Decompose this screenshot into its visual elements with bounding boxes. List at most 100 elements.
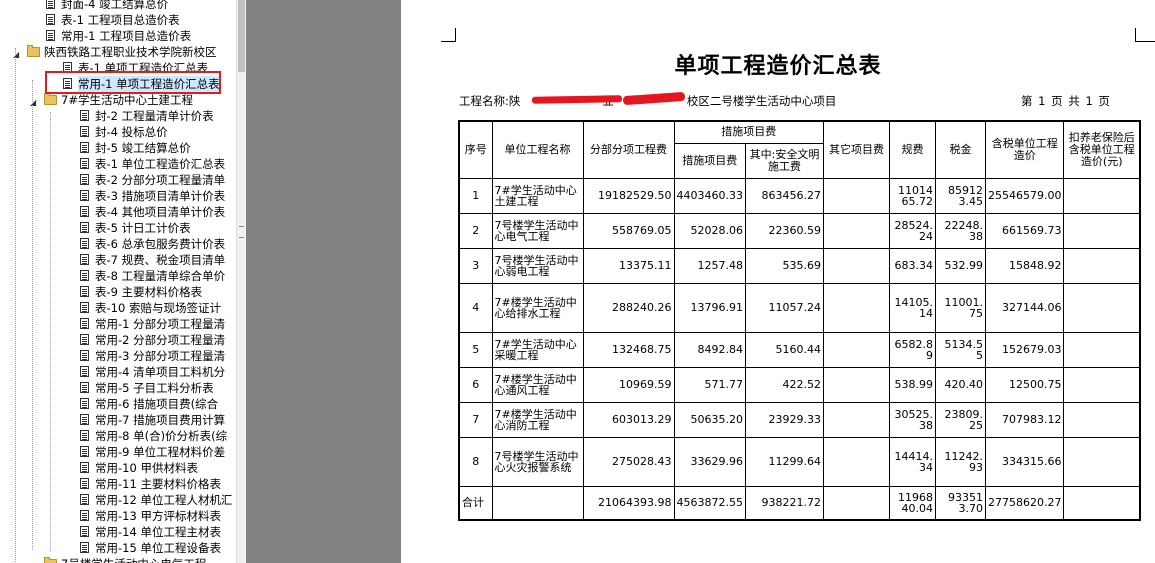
cell-measure: 50635.20 bbox=[673, 401, 746, 438]
cell-safety: 11057.24 bbox=[744, 282, 824, 333]
cell-fee: 1196840.04 bbox=[888, 485, 936, 521]
header-deduct: 扣养老保险后含税单位工程造价(元) bbox=[1063, 120, 1141, 179]
report-doc-icon bbox=[80, 238, 89, 249]
tree-node-label: 常用-4 清单项目工料机分 bbox=[95, 365, 226, 379]
tree-report-node[interactable]: 封-5 竣工结算总价 bbox=[0, 140, 236, 156]
table-row: 1 7#学生活动中心土建工程 19182529.50 4403460.33 863456… bbox=[458, 177, 1141, 214]
report-doc-icon bbox=[80, 366, 89, 377]
tree-report-node[interactable]: 表-5 计日工计价表 bbox=[0, 220, 236, 236]
cell-tax: 859123.45 bbox=[934, 177, 986, 214]
tree-node-label: 常用-12 单位工程人材机汇 bbox=[95, 493, 233, 507]
cell-other bbox=[822, 436, 890, 487]
cell-name: 7#学生活动中心采暖工程 bbox=[491, 331, 584, 368]
tree-report-node[interactable]: 封面-4 竣工结算总价 bbox=[0, 0, 236, 12]
tree-report-node[interactable]: 常用-10 甲供材料表 bbox=[0, 460, 236, 476]
cell-total: 334315.66 bbox=[984, 436, 1065, 487]
report-doc-icon bbox=[46, 14, 55, 25]
tree-scrollbar[interactable] bbox=[236, 0, 246, 563]
tree-report-node[interactable]: 表-2 分部分项工程量清单 bbox=[0, 172, 236, 188]
tree-node-label: 封-5 竣工结算总价 bbox=[95, 141, 191, 155]
report-doc-icon bbox=[80, 318, 89, 329]
tree-report-node[interactable]: 常用-4 清单项目工料机分 bbox=[0, 364, 236, 380]
tree-report-node[interactable]: 常用-9 单位工程材料价差 bbox=[0, 444, 236, 460]
tree-report-node[interactable]: 常用-11 主要材料价格表 bbox=[0, 476, 236, 492]
cell-fenbu: 19182529.50 bbox=[582, 177, 675, 214]
cell-seq: 1 bbox=[458, 177, 493, 214]
tree-report-node[interactable]: 常用-7 措施项目费用计算 bbox=[0, 412, 236, 428]
report-doc-icon bbox=[80, 382, 89, 393]
report-doc-icon bbox=[80, 398, 89, 409]
tree-report-node[interactable]: 表-6 总承包服务费计价表 bbox=[0, 236, 236, 252]
project-name-suffix: 校区二号楼学生活动中心项目 bbox=[686, 94, 837, 108]
tree-report-node[interactable]: 常用-13 甲方评标材料表 bbox=[0, 508, 236, 524]
report-doc-icon bbox=[80, 478, 89, 489]
tree-report-node[interactable]: 常用-1 工程项目总造价表 bbox=[0, 28, 236, 44]
header-measure-group: 措施项目费 bbox=[673, 120, 824, 144]
table-row: 6 7#楼学生活动中心通风工程 10969.59 571.77 422.52 538.99… bbox=[458, 366, 1141, 403]
expand-toggle-icon[interactable]: ◢ bbox=[30, 559, 36, 563]
crop-mark-tr-v bbox=[1135, 28, 1136, 42]
tree-node-label: 常用-8 单(合)价分析表(综 bbox=[95, 429, 228, 443]
tree-report-node[interactable]: 表-8 工程量清单综合单价 bbox=[0, 268, 236, 284]
cell-other bbox=[822, 401, 890, 438]
tree-node-label: 封-4 投标总价 bbox=[95, 125, 168, 139]
tree-node-label: 陕西铁路工程职业技术学院新校区 bbox=[44, 45, 217, 59]
highlight-box bbox=[45, 71, 221, 94]
tree-node-label: 表-8 工程量清单综合单价 bbox=[95, 269, 226, 283]
cell-seq: 2 bbox=[458, 212, 493, 249]
tree-report-node[interactable]: 常用-15 单位工程设备表 bbox=[0, 540, 236, 556]
tree-report-node[interactable]: 封-4 投标总价 bbox=[0, 124, 236, 140]
tree-report-node[interactable]: 表-4 其他项目清单计价表 bbox=[0, 204, 236, 220]
cell-fenbu: 603013.29 bbox=[582, 401, 675, 438]
cell-name: 7号楼学生活动中心电气工程 bbox=[491, 212, 584, 249]
tree-report-node[interactable]: 表-1 工程项目总造价表 bbox=[0, 12, 236, 28]
cell-seq: 8 bbox=[458, 436, 493, 487]
tree-report-node[interactable]: 表-10 索赔与现场签证计 bbox=[0, 300, 236, 316]
tree-folder-node[interactable]: ◢ 7#学生活动中心土建工程 bbox=[0, 92, 236, 108]
scrollbar-grip[interactable] bbox=[239, 226, 244, 238]
cell-measure: 33629.96 bbox=[673, 436, 746, 487]
report-doc-icon bbox=[80, 222, 89, 233]
tree-node-label: 常用-15 单位工程设备表 bbox=[95, 541, 221, 555]
cell-seq: 合计 bbox=[458, 485, 493, 521]
tree-report-node[interactable]: 常用-2 分部分项工程量清 bbox=[0, 332, 236, 348]
tree-node-label: 常用-10 甲供材料表 bbox=[95, 461, 198, 475]
cell-fee: 6582.89 bbox=[888, 331, 936, 368]
cell-name: 7#楼学生活动中心通风工程 bbox=[491, 366, 584, 403]
cell-fee: 14414.34 bbox=[888, 436, 936, 487]
tree-report-node[interactable]: 表-9 主要材料价格表 bbox=[0, 284, 236, 300]
cell-fee: 14105.14 bbox=[888, 282, 936, 333]
cell-tax: 23809.25 bbox=[934, 401, 986, 438]
tree-report-node[interactable]: 常用-12 单位工程人材机汇 bbox=[0, 492, 236, 508]
header-safety: 其中:安全文明施工费 bbox=[744, 142, 824, 179]
report-doc-icon bbox=[80, 110, 89, 121]
tree-report-node[interactable]: 常用-8 单(合)价分析表(综 bbox=[0, 428, 236, 444]
folder-icon bbox=[44, 557, 57, 563]
tree-report-node[interactable]: 表-7 规费、税金项目清单 bbox=[0, 252, 236, 268]
tree-folder-node[interactable]: ◢ 7号楼学生活动中心电气工程 bbox=[0, 556, 236, 563]
report-doc-icon bbox=[80, 126, 89, 137]
tree-report-node[interactable]: 常用-6 措施项目费(综合 bbox=[0, 396, 236, 412]
folder-icon bbox=[27, 45, 40, 57]
scrollbar-thumb[interactable] bbox=[238, 0, 245, 72]
tree-report-node[interactable]: 常用-5 子目工料分析表 bbox=[0, 380, 236, 396]
tree-folder-node[interactable]: ◢ 陕西铁路工程职业技术学院新校区 bbox=[0, 44, 236, 60]
tree-node-label: 常用-11 主要材料价格表 bbox=[95, 477, 221, 491]
tree-report-node[interactable]: 常用-1 分部分项工程量清 bbox=[0, 316, 236, 332]
cell-measure: 52028.06 bbox=[673, 212, 746, 249]
cell-name: 7#学生活动中心土建工程 bbox=[491, 177, 584, 214]
tree-report-node[interactable]: 常用-3 分部分项工程量清 bbox=[0, 348, 236, 364]
tree-report-node[interactable]: 封-2 工程量清单计价表 bbox=[0, 108, 236, 124]
table-row: 3 7号楼学生活动中心弱电工程 13375.11 1257.48 535.69 683.3… bbox=[458, 247, 1141, 284]
tree-node-label: 表-2 分部分项工程量清单 bbox=[95, 173, 226, 187]
cell-safety: 863456.27 bbox=[744, 177, 824, 214]
tree-report-node[interactable]: 常用-14 单位工程主材表 bbox=[0, 524, 236, 540]
header-name: 单位工程名称 bbox=[491, 120, 584, 179]
tree-report-node[interactable]: 表-3 措施项目清单计价表 bbox=[0, 188, 236, 204]
cell-tax: 420.40 bbox=[934, 366, 986, 403]
tree-report-node[interactable]: 表-1 单位工程造价汇总表 bbox=[0, 156, 236, 172]
cell-deduct bbox=[1063, 247, 1141, 284]
tree-node-label: 表-4 其他项目清单计价表 bbox=[95, 205, 226, 219]
tree-node-label: 常用-14 单位工程主材表 bbox=[95, 525, 221, 539]
tree-node-label: 表-9 主要材料价格表 bbox=[95, 285, 203, 299]
